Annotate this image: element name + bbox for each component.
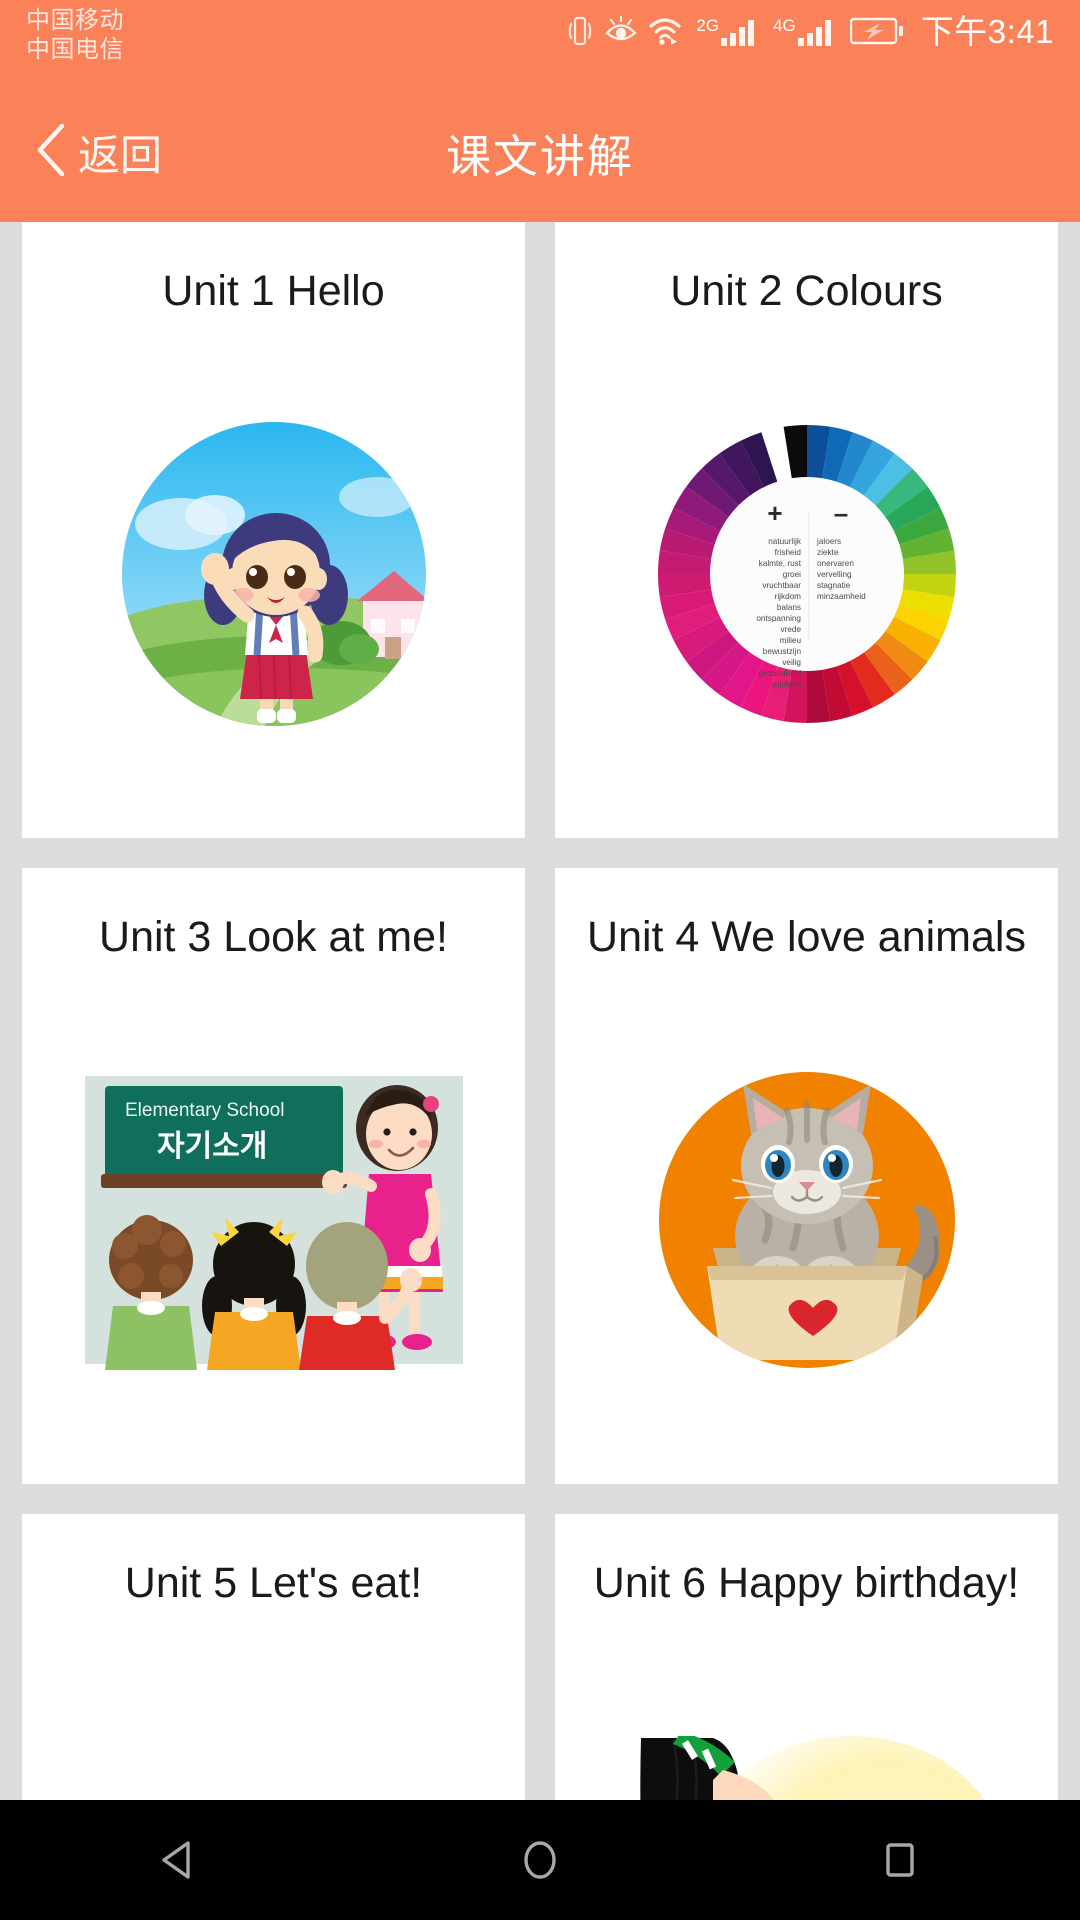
svg-text:onervaren: onervaren <box>817 559 854 568</box>
svg-text:balans: balans <box>776 603 800 612</box>
svg-text:ziekte: ziekte <box>817 548 839 557</box>
colour-wheel-minus: – <box>833 498 847 528</box>
wifi-icon <box>649 16 685 46</box>
svg-text:kalmte, rust: kalmte, rust <box>758 559 801 568</box>
svg-text:vrede: vrede <box>780 625 801 634</box>
svg-text:stagnatie: stagnatie <box>817 581 851 590</box>
unit-card-title: Unit 6 Happy birthday! <box>593 1559 1020 1607</box>
svg-text:bewustzijn: bewustzijn <box>762 647 801 656</box>
unit-card-6[interactable]: Unit 6 Happy birthday! <box>555 1514 1058 1800</box>
svg-text:vruchtbaar: vruchtbaar <box>762 581 801 590</box>
status-time: 下午3:41 <box>920 12 1054 50</box>
circle-icon <box>517 1837 563 1883</box>
carrier-primary: 中国移动 <box>26 7 124 34</box>
unit-card-title: Unit 1 Hello <box>162 267 385 315</box>
svg-text:ontspanning: ontspanning <box>756 614 801 623</box>
battery-charging-icon <box>849 16 904 46</box>
network-2g-label: 2G <box>696 15 720 35</box>
colour-wheel-illustration: + – natuurlijk frisheid kalmte, rust gro… <box>555 316 1058 838</box>
unit-card-3[interactable]: Unit 3 Look at me! Elementary School 자기소… <box>22 868 525 1484</box>
square-icon <box>877 1837 923 1883</box>
android-navigation-bar <box>0 1800 1080 1920</box>
network-4g-label: 4G <box>773 15 796 35</box>
svg-text:vervelling: vervelling <box>817 570 852 579</box>
status-bar: 中国移动 中国电信 2G 4G 下午3:41 <box>0 0 1080 82</box>
unit-card-title: Unit 5 Let's eat! <box>124 1559 423 1607</box>
svg-text:groei: groei <box>782 570 800 579</box>
svg-text:jaloers: jaloers <box>816 537 841 546</box>
android-back-button[interactable] <box>97 1819 263 1901</box>
back-label: 返回 <box>78 131 163 179</box>
vibrate-icon <box>567 14 593 48</box>
svg-text:gezondheid: gezondheid <box>758 669 801 678</box>
svg-text:milieu: milieu <box>779 636 801 645</box>
signal-4g-icon: 4G <box>773 15 839 47</box>
nav-bar: 返回 课文讲解 <box>0 82 1080 222</box>
unit-card-2[interactable]: Unit 2 Colours + – natuurlijk frisheid k… <box>555 222 1058 838</box>
eye-comfort-icon <box>604 15 638 46</box>
carrier-labels: 中国移动 中国电信 <box>0 0 124 65</box>
android-recents-button[interactable] <box>817 1819 983 1901</box>
android-home-button[interactable] <box>457 1819 623 1901</box>
unit-grid: Unit 1 Hello Unit 2 Colours + – natuurli… <box>0 222 1080 1800</box>
unit-card-title: Unit 2 Colours <box>670 267 943 315</box>
colour-wheel-plus: + <box>767 498 782 528</box>
triangle-left-icon <box>157 1837 203 1883</box>
signal-2g-icon: 2G <box>696 15 762 47</box>
food-plates-illustration <box>22 1608 525 1800</box>
unit-card-1[interactable]: Unit 1 Hello <box>22 222 525 838</box>
birthday-cake-illustration <box>555 1608 1058 1800</box>
svg-text:natuurlijk: natuurlijk <box>768 537 802 546</box>
svg-text:frisheid: frisheid <box>774 548 801 557</box>
classroom-illustration: Elementary School 자기소개 <box>22 962 525 1484</box>
unit-card-4[interactable]: Unit 4 We love animals <box>555 868 1058 1484</box>
back-button[interactable]: 返回 <box>18 82 178 222</box>
unit-card-title: Unit 4 We love animals <box>587 913 1026 961</box>
unit-card-5[interactable]: Unit 5 Let's eat! <box>22 1514 525 1800</box>
svg-text:veilig: veilig <box>782 658 801 667</box>
blackboard-english-text: Elementary School <box>125 1100 284 1121</box>
girl-waving-illustration <box>22 316 525 838</box>
svg-text:rijkdom: rijkdom <box>774 592 801 601</box>
kitten-in-box-illustration <box>555 962 1058 1484</box>
blackboard-korean-text: 자기소개 <box>157 1130 267 1163</box>
chevron-left-icon <box>34 122 68 183</box>
svg-text:minzaamheid: minzaamheid <box>817 592 866 601</box>
status-icons: 2G 4G 下午3:41 <box>567 0 1080 52</box>
unit-card-title: Unit 3 Look at me! <box>99 913 448 961</box>
svg-text:vrijsheid: vrijsheid <box>770 680 800 689</box>
carrier-secondary: 中国电信 <box>26 36 124 64</box>
